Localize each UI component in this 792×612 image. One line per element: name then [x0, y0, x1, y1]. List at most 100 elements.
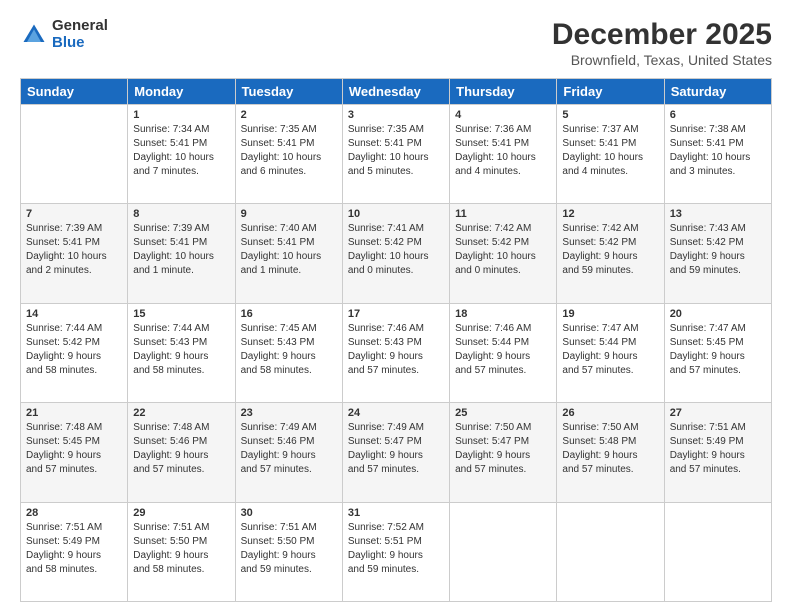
day-info: Sunrise: 7:39 AMSunset: 5:41 PMDaylight:… — [26, 222, 122, 278]
day-info: Sunrise: 7:34 AMSunset: 5:41 PMDaylight:… — [133, 123, 229, 179]
day-info: Sunrise: 7:35 AMSunset: 5:41 PMDaylight:… — [348, 123, 444, 179]
calendar-cell: 17 Sunrise: 7:46 AMSunset: 5:43 PMDayligh… — [342, 303, 449, 402]
day-number: 24 — [348, 407, 444, 419]
calendar-cell: 6 Sunrise: 7:38 AMSunset: 5:41 PMDaylight… — [664, 105, 771, 204]
calendar-cell: 28 Sunrise: 7:51 AMSunset: 5:49 PMDayligh… — [21, 502, 128, 601]
calendar-cell: 25Sunrise: 7:50 AMSunset: 5:47 PMDayligh… — [450, 403, 557, 502]
day-info: Sunrise: 7:46 AMSunset: 5:44 PMDaylight:… — [455, 322, 551, 378]
day-number: 20 — [670, 308, 766, 320]
day-number: 6 — [670, 109, 766, 121]
day-info: Sunrise: 7:51 AMSunset: 5:50 PMDaylight:… — [241, 521, 337, 577]
calendar-cell: 9Sunrise: 7:40 AMSunset: 5:41 PMDaylight… — [235, 204, 342, 303]
calendar-cell: 18 Sunrise: 7:46 AMSunset: 5:44 PMDayligh… — [450, 303, 557, 402]
day-number: 15 — [133, 308, 229, 320]
day-info: Sunrise: 7:37 AMSunset: 5:41 PMDaylight:… — [562, 123, 658, 179]
day-number: 8 — [133, 208, 229, 220]
calendar-header-wednesday: Wednesday — [342, 79, 449, 105]
day-info: Sunrise: 7:47 AMSunset: 5:45 PMDaylight:… — [670, 322, 766, 378]
day-number: 17 — [348, 308, 444, 320]
day-number: 13 — [670, 208, 766, 220]
calendar-cell: 20 Sunrise: 7:47 AMSunset: 5:45 PMDayligh… — [664, 303, 771, 402]
day-number: 7 — [26, 208, 122, 220]
calendar-header-friday: Friday — [557, 79, 664, 105]
day-number: 21 — [26, 407, 122, 419]
calendar-cell — [557, 502, 664, 601]
day-info: Sunrise: 7:51 AMSunset: 5:49 PMDaylight:… — [26, 521, 122, 577]
day-number: 12 — [562, 208, 658, 220]
calendar-cell: 27Sunrise: 7:51 AMSunset: 5:49 PMDayligh… — [664, 403, 771, 502]
day-info: Sunrise: 7:46 AMSunset: 5:43 PMDaylight:… — [348, 322, 444, 378]
calendar-header-row: SundayMondayTuesdayWednesdayThursdayFrid… — [21, 79, 772, 105]
day-info: Sunrise: 7:35 AMSunset: 5:41 PMDaylight:… — [241, 123, 337, 179]
calendar-cell: 3 Sunrise: 7:35 AMSunset: 5:41 PMDaylight… — [342, 105, 449, 204]
day-number: 2 — [241, 109, 337, 121]
calendar-cell: 23 Sunrise: 7:49 AMSunset: 5:46 PMDayligh… — [235, 403, 342, 502]
day-info: Sunrise: 7:49 AMSunset: 5:46 PMDaylight:… — [241, 421, 337, 477]
day-number: 27 — [670, 407, 766, 419]
calendar-cell: 5 Sunrise: 7:37 AMSunset: 5:41 PMDaylight… — [557, 105, 664, 204]
calendar-week-4: 28 Sunrise: 7:51 AMSunset: 5:49 PMDayligh… — [21, 502, 772, 601]
day-number: 19 — [562, 308, 658, 320]
day-number: 16 — [241, 308, 337, 320]
day-info: Sunrise: 7:38 AMSunset: 5:41 PMDaylight:… — [670, 123, 766, 179]
calendar-week-0: 1 Sunrise: 7:34 AMSunset: 5:41 PMDaylight… — [21, 105, 772, 204]
calendar-cell: 24 Sunrise: 7:49 AMSunset: 5:47 PMDayligh… — [342, 403, 449, 502]
day-number: 10 — [348, 208, 444, 220]
calendar-cell: 1 Sunrise: 7:34 AMSunset: 5:41 PMDaylight… — [128, 105, 235, 204]
day-number: 14 — [26, 308, 122, 320]
day-info: Sunrise: 7:41 AMSunset: 5:42 PMDaylight:… — [348, 222, 444, 278]
day-info: Sunrise: 7:42 AMSunset: 5:42 PMDaylight:… — [562, 222, 658, 278]
day-number: 3 — [348, 109, 444, 121]
logo-general: General — [52, 18, 108, 35]
day-number: 1 — [133, 109, 229, 121]
day-number: 28 — [26, 507, 122, 519]
day-number: 11 — [455, 208, 551, 220]
calendar-header-monday: Monday — [128, 79, 235, 105]
calendar-cell: 8 Sunrise: 7:39 AMSunset: 5:41 PMDaylight… — [128, 204, 235, 303]
calendar-cell — [450, 502, 557, 601]
day-info: Sunrise: 7:50 AMSunset: 5:47 PMDaylight:… — [455, 421, 551, 477]
calendar-cell: 31Sunrise: 7:52 AMSunset: 5:51 PMDayligh… — [342, 502, 449, 601]
month-title: December 2025 — [552, 18, 772, 52]
calendar-cell: 21 Sunrise: 7:48 AMSunset: 5:45 PMDayligh… — [21, 403, 128, 502]
calendar-cell: 4Sunrise: 7:36 AMSunset: 5:41 PMDaylight… — [450, 105, 557, 204]
day-info: Sunrise: 7:43 AMSunset: 5:42 PMDaylight:… — [670, 222, 766, 278]
calendar-cell: 11Sunrise: 7:42 AMSunset: 5:42 PMDayligh… — [450, 204, 557, 303]
calendar-cell: 10 Sunrise: 7:41 AMSunset: 5:42 PMDayligh… — [342, 204, 449, 303]
calendar-cell: 12 Sunrise: 7:42 AMSunset: 5:42 PMDayligh… — [557, 204, 664, 303]
logo: General Blue — [20, 18, 108, 51]
calendar-header-saturday: Saturday — [664, 79, 771, 105]
calendar: SundayMondayTuesdayWednesdayThursdayFrid… — [20, 78, 772, 602]
calendar-cell: 15 Sunrise: 7:44 AMSunset: 5:43 PMDayligh… — [128, 303, 235, 402]
day-info: Sunrise: 7:44 AMSunset: 5:43 PMDaylight:… — [133, 322, 229, 378]
calendar-cell: 22Sunrise: 7:48 AMSunset: 5:46 PMDayligh… — [128, 403, 235, 502]
calendar-cell — [664, 502, 771, 601]
day-info: Sunrise: 7:48 AMSunset: 5:45 PMDaylight:… — [26, 421, 122, 477]
calendar-cell: 29Sunrise: 7:51 AMSunset: 5:50 PMDayligh… — [128, 502, 235, 601]
title-block: December 2025 Brownfield, Texas, United … — [552, 18, 772, 68]
day-info: Sunrise: 7:40 AMSunset: 5:41 PMDaylight:… — [241, 222, 337, 278]
day-info: Sunrise: 7:47 AMSunset: 5:44 PMDaylight:… — [562, 322, 658, 378]
day-number: 26 — [562, 407, 658, 419]
logo-text: General Blue — [52, 18, 108, 51]
day-number: 18 — [455, 308, 551, 320]
day-number: 5 — [562, 109, 658, 121]
day-number: 31 — [348, 507, 444, 519]
logo-icon — [20, 21, 48, 49]
day-info: Sunrise: 7:39 AMSunset: 5:41 PMDaylight:… — [133, 222, 229, 278]
page: General Blue December 2025 Brownfield, T… — [0, 0, 792, 612]
day-number: 23 — [241, 407, 337, 419]
calendar-cell: 2 Sunrise: 7:35 AMSunset: 5:41 PMDaylight… — [235, 105, 342, 204]
calendar-cell: 13 Sunrise: 7:43 AMSunset: 5:42 PMDayligh… — [664, 204, 771, 303]
day-info: Sunrise: 7:49 AMSunset: 5:47 PMDaylight:… — [348, 421, 444, 477]
calendar-header-thursday: Thursday — [450, 79, 557, 105]
calendar-cell — [21, 105, 128, 204]
day-number: 4 — [455, 109, 551, 121]
calendar-week-3: 21 Sunrise: 7:48 AMSunset: 5:45 PMDayligh… — [21, 403, 772, 502]
day-info: Sunrise: 7:51 AMSunset: 5:50 PMDaylight:… — [133, 521, 229, 577]
logo-blue: Blue — [52, 35, 108, 52]
day-info: Sunrise: 7:44 AMSunset: 5:42 PMDaylight:… — [26, 322, 122, 378]
calendar-cell: 7 Sunrise: 7:39 AMSunset: 5:41 PMDaylight… — [21, 204, 128, 303]
day-number: 30 — [241, 507, 337, 519]
calendar-header-sunday: Sunday — [21, 79, 128, 105]
